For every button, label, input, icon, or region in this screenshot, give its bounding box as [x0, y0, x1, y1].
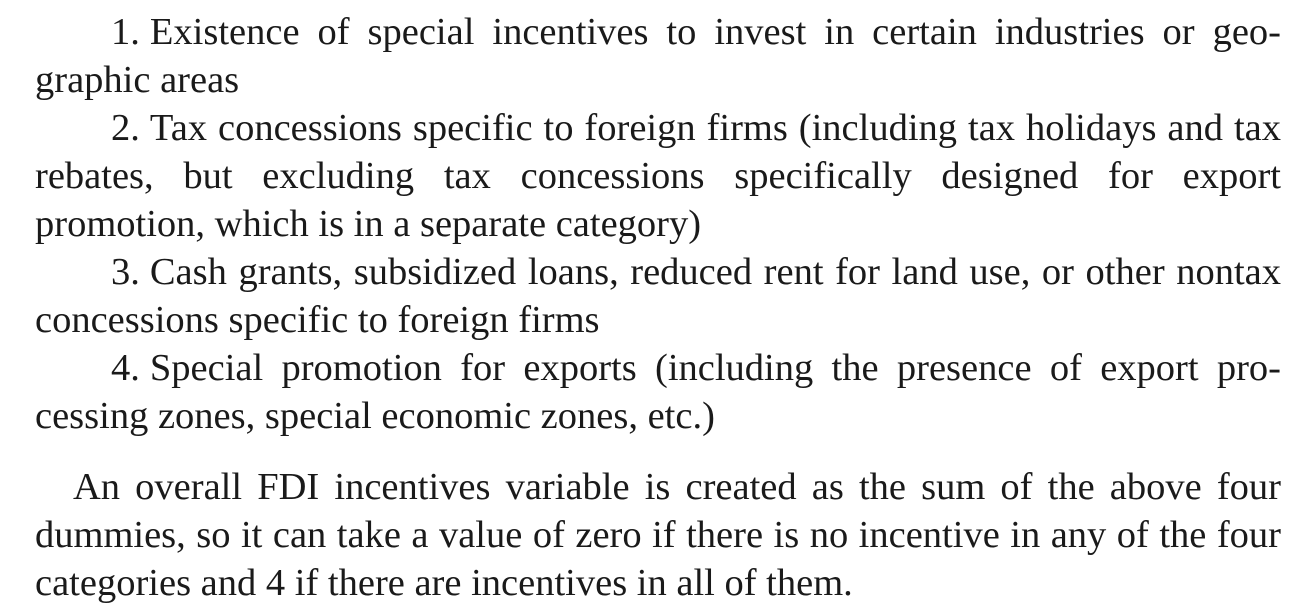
list-item-text: Tax concessions specific to foreign firm…: [35, 107, 1281, 245]
list-item: 3. Cash grants, subsidized loans, reduced…: [35, 248, 1281, 344]
list-item-text: Existence of special incentives to inves…: [35, 11, 1281, 101]
incentive-list: 1. Existence of special incentives to inv…: [35, 8, 1281, 440]
list-item: 4. Special promotion for exports (includi…: [35, 344, 1281, 440]
list-item-text: Special promotion for exports (including…: [35, 347, 1281, 437]
list-item-number: 4.: [111, 347, 140, 389]
list-item-text: Cash grants, subsidized loans, reduced r…: [35, 251, 1281, 341]
body-paragraph: An overall FDI incentives variable is cr…: [35, 466, 1281, 604]
list-item-number: 1.: [111, 11, 140, 53]
list-item-number: 3.: [111, 251, 140, 293]
document-page: 1. Existence of special incentives to inv…: [35, 8, 1281, 607]
list-item: 1. Existence of special incentives to inv…: [35, 8, 1281, 104]
list-item: 2. Tax concessions specific to foreign fi…: [35, 104, 1281, 248]
list-item-number: 2.: [111, 107, 140, 149]
